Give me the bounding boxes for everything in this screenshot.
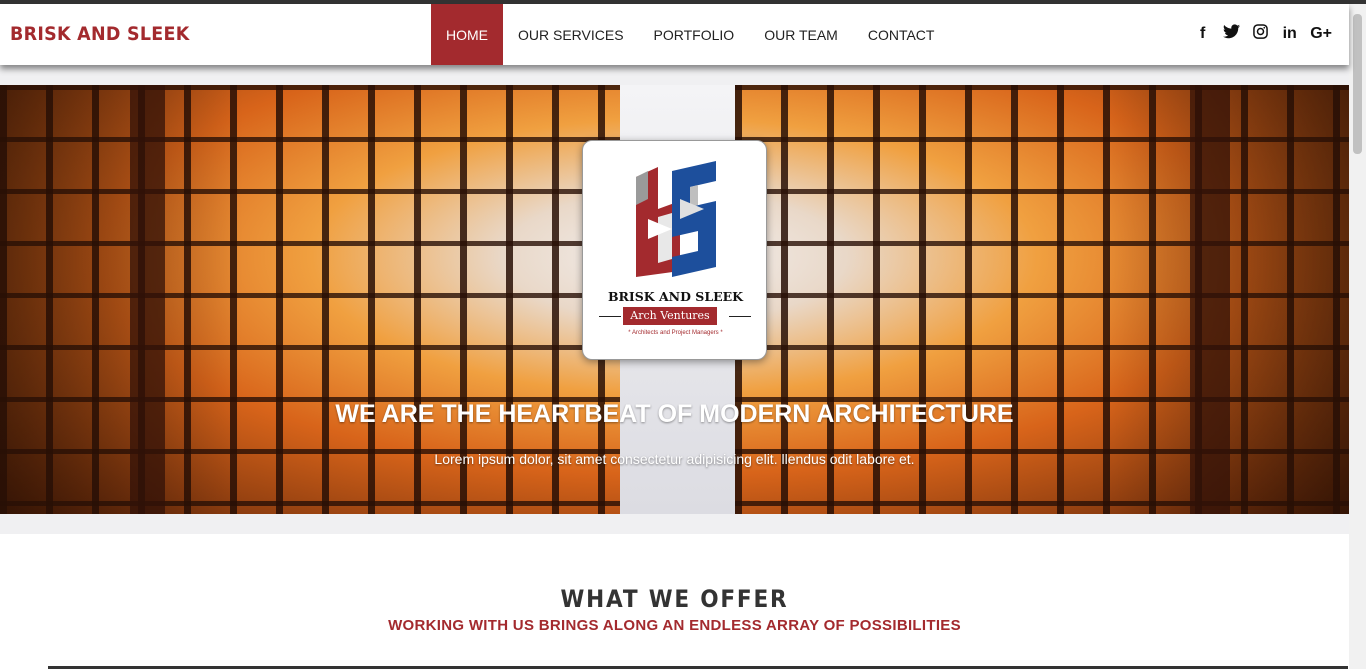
hero-building-right <box>735 85 1349 514</box>
logo-company-name: BRISK AND SLEEK <box>607 289 744 304</box>
nav-our-services[interactable]: OUR SERVICES <box>503 4 639 65</box>
social-links: f in G+ <box>1194 24 1332 44</box>
page-scrollbar[interactable] <box>1349 4 1366 669</box>
nav-contact[interactable]: CONTACT <box>853 4 950 65</box>
section-title: WHAT WE OFFER <box>560 585 789 613</box>
google-plus-icon[interactable]: G+ <box>1310 25 1332 43</box>
logo-divider-left <box>599 316 621 317</box>
hero-logo-card: BRISK AND SLEEK Arch Ventures * Architec… <box>582 140 767 360</box>
nav-home[interactable]: HOME <box>431 4 503 65</box>
twitter-icon[interactable] <box>1223 24 1241 44</box>
logo-divider-right <box>729 316 751 317</box>
nav-our-team[interactable]: OUR TEAM <box>749 4 853 65</box>
navbar: BRISK AND SLEEK HOME OUR SERVICES PORTFO… <box>0 4 1349 65</box>
facebook-icon[interactable]: f <box>1194 25 1211 43</box>
brand-logo-text[interactable]: BRISK AND SLEEK <box>10 23 190 45</box>
hero-pillar-right <box>1190 85 1230 514</box>
what-we-offer-section: WHAT WE OFFER WORKING WITH US BRINGS ALO… <box>0 534 1349 669</box>
hero-title: WE ARE THE HEARTBEAT OF MODERN ARCHITECT… <box>335 400 1014 428</box>
nav-portfolio[interactable]: PORTFOLIO <box>639 4 750 65</box>
bs-monogram-icon <box>636 161 716 277</box>
instagram-icon[interactable] <box>1252 24 1269 44</box>
scrollbar-thumb[interactable] <box>1353 14 1362 154</box>
section-subtitle: WORKING WITH US BRINGS ALONG AN ENDLESS … <box>388 617 961 634</box>
logo-subtitle-badge: Arch Ventures <box>623 307 717 325</box>
hero-building-left <box>0 85 620 514</box>
main-nav: HOME OUR SERVICES PORTFOLIO OUR TEAM CON… <box>431 4 949 65</box>
linkedin-icon[interactable]: in <box>1281 25 1298 43</box>
hero-subtitle: Lorem ipsum dolor, sit amet consectetur … <box>434 451 915 467</box>
logo-tagline: * Architects and Project Managers * <box>628 330 723 336</box>
hero-pillar-left <box>130 85 165 514</box>
